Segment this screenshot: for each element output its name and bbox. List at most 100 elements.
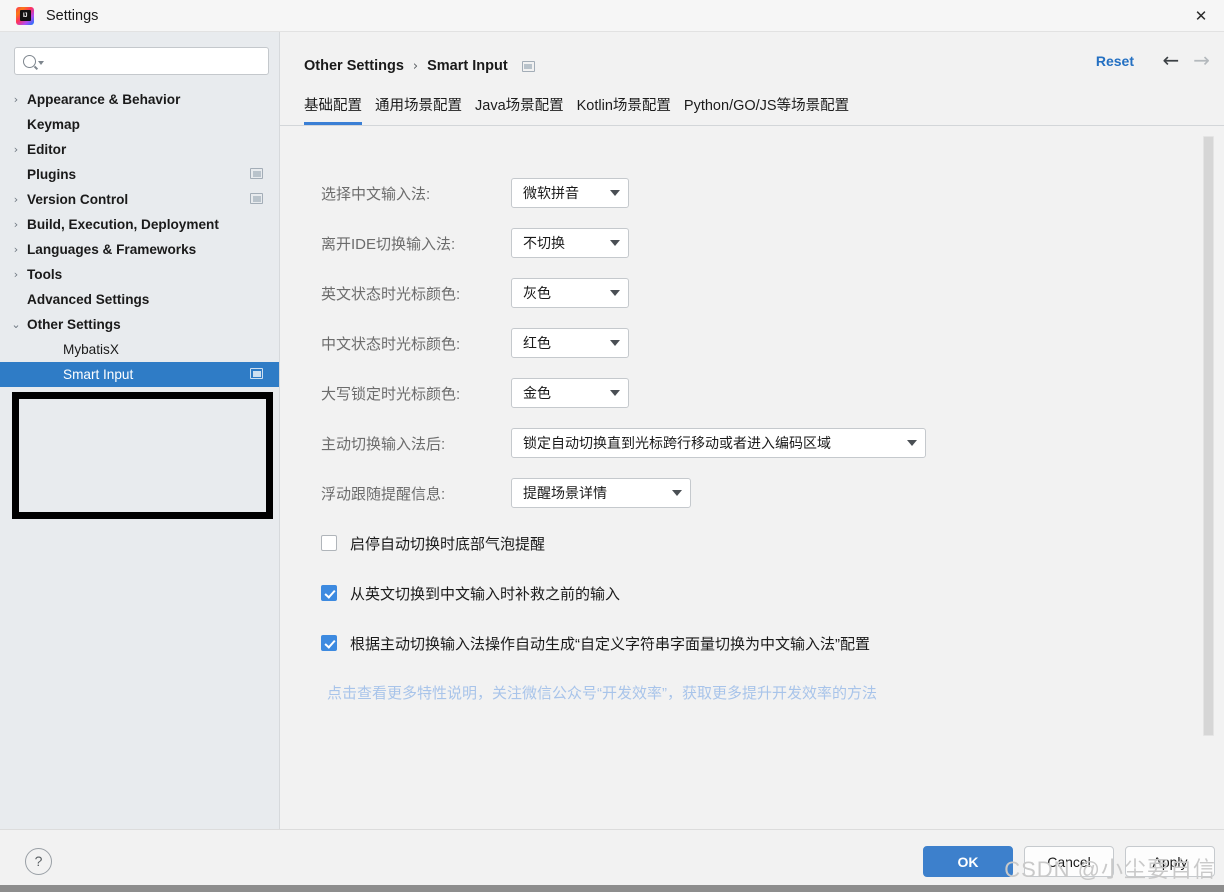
sidebar-item-other-settings[interactable]: ⌄Other Settings bbox=[0, 312, 279, 337]
tab-2[interactable]: Java场景配置 bbox=[475, 94, 564, 125]
arrow-left-icon[interactable]: ← bbox=[1162, 50, 1179, 70]
sidebar-item-label: Keymap bbox=[27, 117, 80, 132]
sidebar-item-plugins[interactable]: Plugins bbox=[0, 162, 279, 187]
checkbox-row-1[interactable]: 从英文切换到中文输入时补救之前的输入 bbox=[280, 568, 1224, 618]
checkbox-unchecked-icon[interactable] bbox=[321, 535, 337, 551]
dropdown-3[interactable]: 红色 bbox=[511, 328, 629, 358]
form-row-1: 离开IDE切换输入法: 不切换 bbox=[280, 218, 1224, 268]
cancel-button[interactable]: Cancel bbox=[1024, 846, 1114, 877]
scrollbar-thumb[interactable] bbox=[1203, 136, 1214, 736]
chevron-right-icon[interactable]: › bbox=[5, 94, 27, 105]
dropdown-value: 不切换 bbox=[523, 233, 565, 253]
chevron-down-icon[interactable] bbox=[610, 340, 620, 346]
chevron-down-icon[interactable] bbox=[907, 440, 917, 446]
ok-button[interactable]: OK bbox=[923, 846, 1013, 877]
form-label: 大写锁定时光标颜色: bbox=[321, 383, 511, 404]
dropdown-6[interactable]: 提醒场景详情 bbox=[511, 478, 691, 508]
breadcrumb-item-parent[interactable]: Other Settings bbox=[304, 58, 404, 74]
sidebar-item-label: Tools bbox=[27, 267, 62, 282]
settings-content: 选择中文输入法:微软拼音离开IDE切换输入法: 不切换英文状态时光标颜色: 灰色中文… bbox=[280, 126, 1224, 829]
title-bar: IJ Settings ✕ bbox=[0, 0, 1224, 32]
tab-0[interactable]: 基础配置 bbox=[304, 94, 362, 125]
dropdown-2[interactable]: 灰色 bbox=[511, 278, 629, 308]
search-box[interactable] bbox=[14, 47, 269, 75]
chevron-down-icon[interactable] bbox=[672, 490, 682, 496]
settings-main-panel: Other Settings › Smart Input Reset ← → 基… bbox=[280, 32, 1224, 829]
chevron-right-icon[interactable]: › bbox=[5, 269, 27, 280]
settings-sidebar: ›Appearance & BehaviorKeymap›EditorPlugi… bbox=[0, 32, 280, 829]
sidebar-item-tools[interactable]: ›Tools bbox=[0, 262, 279, 287]
chevron-down-icon[interactable] bbox=[610, 190, 620, 196]
form-label: 浮动跟随提醒信息: bbox=[321, 483, 511, 504]
form-row-6: 浮动跟随提醒信息:提醒场景详情 bbox=[280, 468, 1224, 518]
bottom-strip bbox=[0, 885, 1224, 892]
tab-3[interactable]: Kotlin场景配置 bbox=[577, 94, 671, 125]
chevron-right-icon[interactable]: › bbox=[5, 244, 27, 255]
dropdown-value: 锁定自动切换直到光标跨行移动或者进入编码区域 bbox=[523, 433, 831, 453]
window-title: Settings bbox=[46, 8, 98, 24]
sidebar-item-label: Languages & Frameworks bbox=[27, 242, 196, 257]
sidebar-item-editor[interactable]: ›Editor bbox=[0, 137, 279, 162]
close-icon[interactable]: ✕ bbox=[1178, 0, 1224, 31]
tab-1[interactable]: 通用场景配置 bbox=[375, 94, 462, 125]
tab-bar: 基础配置通用场景配置 Java场景配置 Kotlin场景配置 Python/GO/JS… bbox=[280, 94, 1224, 126]
dropdown-4[interactable]: 金色 bbox=[511, 378, 629, 408]
sidebar-item-appearance-behavior[interactable]: ›Appearance & Behavior bbox=[0, 87, 279, 112]
checkbox-checked-icon[interactable] bbox=[321, 585, 337, 601]
help-icon[interactable]: ? bbox=[25, 848, 52, 875]
form-label: 选择中文输入法: bbox=[321, 183, 511, 204]
vertical-scrollbar[interactable] bbox=[1203, 136, 1214, 736]
panel-badge-icon bbox=[250, 168, 263, 179]
annotation-highlight-box bbox=[12, 392, 273, 519]
search-input[interactable] bbox=[49, 53, 268, 70]
settings-window: IJ Settings ✕ ›Appearance & Behavior Keym… bbox=[0, 0, 1224, 892]
chevron-down-icon[interactable] bbox=[610, 240, 620, 246]
sidebar-item-mybatisx[interactable]: MybatisX bbox=[0, 337, 279, 362]
sidebar-item-label: Smart Input bbox=[63, 367, 133, 382]
feature-hint-link[interactable]: 点击查看更多特性说明，关注微信公众号“开发效率”，获取更多提升开发效率的方法 bbox=[280, 682, 1224, 703]
dropdown-5[interactable]: 锁定自动切换直到光标跨行移动或者进入编码区域 bbox=[511, 428, 926, 458]
chevron-right-icon[interactable]: › bbox=[5, 144, 27, 155]
dropdown-value: 灰色 bbox=[523, 283, 551, 303]
panel-badge-icon bbox=[522, 61, 535, 72]
chevron-down-icon[interactable]: ⌄ bbox=[5, 319, 27, 330]
form-row-2: 英文状态时光标颜色: 灰色 bbox=[280, 268, 1224, 318]
chevron-down-icon[interactable] bbox=[610, 290, 620, 296]
form-row-3: 中文状态时光标颜色:红色 bbox=[280, 318, 1224, 368]
reset-link[interactable]: Reset bbox=[1096, 53, 1134, 69]
sidebar-item-advanced-settings[interactable]: Advanced Settings bbox=[0, 287, 279, 312]
search-wrapper bbox=[0, 32, 279, 75]
apply-button[interactable]: Apply bbox=[1125, 846, 1215, 877]
dropdown-value: 金色 bbox=[523, 383, 551, 403]
settings-tree: ›Appearance & BehaviorKeymap›EditorPlugi… bbox=[0, 87, 279, 387]
breadcrumb-item-current: Smart Input bbox=[427, 58, 508, 74]
arrow-right-icon[interactable]: → bbox=[1193, 50, 1210, 70]
form-label: 离开IDE切换输入法: bbox=[321, 233, 511, 254]
sidebar-item-keymap[interactable]: Keymap bbox=[0, 112, 279, 137]
chevron-right-icon[interactable]: › bbox=[5, 194, 27, 205]
form-row-5: 主动切换输入法后: 锁定自动切换直到光标跨行移动或者进入编码区域 bbox=[280, 418, 1224, 468]
sidebar-item-label: Editor bbox=[27, 142, 66, 157]
form-label: 中文状态时光标颜色: bbox=[321, 333, 511, 354]
sidebar-item-version-control[interactable]: ›Version Control bbox=[0, 187, 279, 212]
panel-badge-icon bbox=[250, 193, 263, 204]
form-label: 主动切换输入法后: bbox=[321, 433, 511, 454]
sidebar-item-label: Advanced Settings bbox=[27, 292, 149, 307]
sidebar-item-languages-frameworks[interactable]: ›Languages & Frameworks bbox=[0, 237, 279, 262]
dropdown-1[interactable]: 不切换 bbox=[511, 228, 629, 258]
sidebar-item-label: MybatisX bbox=[63, 342, 119, 357]
checkbox-checked-icon[interactable] bbox=[321, 635, 337, 651]
checkbox-row-2[interactable]: 根据主动切换输入法操作自动生成“自定义字符串字面量切换为中文输入法”配置 bbox=[280, 618, 1224, 668]
sidebar-item-smart-input[interactable]: Smart Input bbox=[0, 362, 279, 387]
chevron-right-icon[interactable]: › bbox=[5, 219, 27, 230]
dropdown-0[interactable]: 微软拼音 bbox=[511, 178, 629, 208]
chevron-down-icon[interactable] bbox=[610, 390, 620, 396]
sidebar-item-label: Plugins bbox=[27, 167, 76, 182]
sidebar-item-build-execution-deployment[interactable]: ›Build, Execution, Deployment bbox=[0, 212, 279, 237]
dialog-footer: ? OK Cancel Apply CSDN @小尘要自信 bbox=[0, 829, 1224, 892]
form-label: 英文状态时光标颜色: bbox=[321, 283, 511, 304]
checkbox-row-0[interactable]: 启停自动切换时底部气泡提醒 bbox=[280, 518, 1224, 568]
tab-4[interactable]: Python/GO/JS等场景配置 bbox=[684, 94, 849, 125]
checkbox-label: 启停自动切换时底部气泡提醒 bbox=[350, 533, 545, 554]
chevron-down-icon[interactable] bbox=[38, 61, 44, 65]
